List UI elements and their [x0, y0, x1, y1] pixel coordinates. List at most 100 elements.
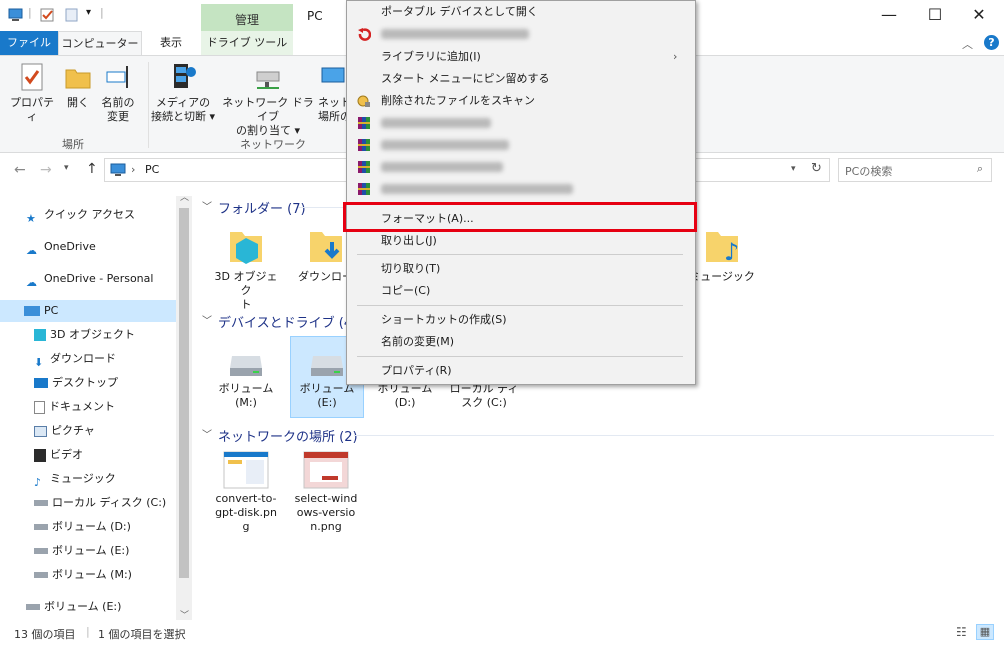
scroll-up-icon[interactable]: ︿ — [180, 190, 189, 203]
nav-pc[interactable]: PC — [0, 300, 176, 322]
address-dropdown-icon[interactable]: ▾ — [791, 164, 796, 174]
menu-open-portable-label: ポータブル デバイスとして開く — [381, 5, 538, 18]
nav-onedrive-personal[interactable]: ☁ OneDrive - Personal — [26, 268, 153, 290]
scroll-down-icon[interactable]: ﹀ — [180, 608, 189, 621]
menu-copy[interactable]: コピー(C) — [347, 280, 695, 302]
nav-volume-d[interactable]: ボリューム (D:) — [34, 516, 131, 538]
devices-group-header[interactable]: デバイスとドライブ (4) — [218, 312, 357, 331]
folders-group-header[interactable]: フォルダー (7) — [218, 198, 306, 217]
customize-toolbar-icon[interactable]: ▾ — [86, 7, 91, 18]
search-placeholder: PCの検索 — [845, 165, 893, 178]
image-thumbnail-icon — [303, 451, 349, 489]
recent-locations-icon[interactable]: ▾ — [64, 163, 69, 173]
group-location-label: 場所 — [62, 138, 84, 151]
tab-manage[interactable]: 管理 — [201, 4, 293, 31]
windows-drive-icon — [34, 500, 48, 506]
tab-view[interactable]: 表示 — [143, 31, 199, 55]
search-input[interactable]: PCの検索 ⌕ — [838, 158, 992, 182]
menu-pin-to-start[interactable]: スタート メニューにピン留めする — [347, 68, 695, 90]
nav-desktop[interactable]: デスクトップ — [34, 372, 118, 394]
menu-open-portable[interactable]: ポータブル デバイスとして開く — [347, 1, 695, 23]
menu-blurred-item-4[interactable] — [347, 156, 695, 178]
drive-volume-m-label-2: (M:) — [235, 396, 257, 409]
media-connect-button[interactable]: メディアの 接続と切断 ▾ — [150, 62, 216, 124]
tab-file[interactable]: ファイル — [0, 31, 58, 55]
nav-local-disk-c[interactable]: ローカル ディスク (C:) — [34, 492, 166, 514]
nav-onedrive[interactable]: ☁ OneDrive — [26, 236, 96, 258]
back-icon[interactable]: ← — [14, 162, 26, 178]
minimize-button[interactable]: — — [866, 2, 912, 30]
menu-rename[interactable]: 名前の変更(M) — [347, 331, 695, 353]
nav-pictures[interactable]: ピクチャ — [34, 420, 95, 442]
add-network-location-button[interactable]: ネットワーク 場所の — [318, 62, 348, 124]
rename-button[interactable]: 名前の 変更 — [98, 62, 138, 124]
menu-cut[interactable]: 切り取り(T) — [347, 258, 695, 280]
new-folder-icon[interactable] — [64, 8, 79, 22]
maximize-button[interactable]: ☐ — [912, 2, 958, 30]
nav-volume-m[interactable]: ボリューム (M:) — [34, 564, 132, 586]
menu-blurred-item-1[interactable] — [347, 23, 695, 45]
status-bar: 13 個の項目 | 1 個の項目を選択 ☷ ▦ — [0, 622, 1004, 646]
document-icon — [34, 400, 45, 414]
menu-blurred-item-5[interactable] — [347, 178, 695, 200]
status-item-count: 13 個の項目 — [14, 628, 76, 641]
desktop-icon — [34, 378, 48, 388]
network-item-select[interactable]: select-wind ows-versio n.png — [290, 450, 362, 534]
help-icon[interactable]: ? — [984, 35, 999, 50]
properties-icon[interactable] — [40, 8, 55, 22]
details-view-icon[interactable]: ☷ — [956, 625, 967, 639]
nav-documents[interactable]: ドキュメント — [34, 396, 115, 418]
menu-blurred-item-3[interactable] — [347, 134, 695, 156]
folder-3d-objects[interactable]: 3D オブジェク ト — [210, 226, 282, 312]
download-icon: ⬇ — [34, 356, 44, 369]
up-icon[interactable]: ↑ — [86, 161, 98, 177]
tab-drive-tools[interactable]: ドライブ ツール — [201, 31, 293, 55]
network-location-icon — [321, 67, 345, 83]
menu-eject[interactable]: 取り出し(J) — [347, 230, 695, 252]
forward-icon[interactable]: → — [40, 162, 52, 178]
menu-create-shortcut[interactable]: ショートカットの作成(S) — [347, 309, 695, 331]
nav-3d-objects[interactable]: 3D オブジェクト — [34, 324, 135, 346]
drive-icon — [230, 356, 262, 376]
collapse-ribbon-icon[interactable]: ︿ — [962, 36, 973, 52]
search-icon: ⌕ — [976, 162, 983, 175]
network-item-convert-label-2: gpt-disk.pn — [215, 506, 277, 519]
close-button[interactable]: ✕ — [956, 2, 1002, 30]
refresh-icon[interactable]: ↻ — [811, 161, 822, 176]
collapse-devices-icon[interactable]: ﹀ — [202, 312, 212, 327]
folder-downloads[interactable]: ダウンロー — [292, 226, 348, 284]
open-button[interactable]: 開く — [60, 62, 96, 110]
nav-quick-access[interactable]: ★ クイック アクセス — [26, 204, 135, 226]
menu-cut-label: 切り取り(T) — [381, 262, 441, 275]
nav-downloads[interactable]: ⬇ ダウンロード — [34, 348, 116, 370]
large-icons-view-icon[interactable]: ▦ — [976, 624, 994, 640]
map-network-drive-button[interactable]: ネットワーク ドライブ の割り当て ▾ — [220, 62, 316, 138]
nav-music-label: ミュージック — [50, 472, 116, 485]
cloud-icon: ☁ — [26, 276, 37, 289]
menu-properties[interactable]: プロパティ(R) — [347, 360, 695, 382]
nav-volume-e-root[interactable]: ボリューム (E:) — [26, 596, 121, 618]
menu-separator — [357, 356, 683, 357]
menu-blurred-item-2[interactable] — [347, 112, 695, 134]
nav-volume-m-label: ボリューム (M:) — [52, 568, 132, 581]
nav-music[interactable]: ♪ ミュージック — [34, 468, 116, 490]
network-group-header[interactable]: ネットワークの場所 (2) — [218, 426, 358, 445]
nav-local-disk-c-label: ローカル ディスク (C:) — [52, 496, 167, 509]
nav-volume-e[interactable]: ボリューム (E:) — [34, 540, 129, 562]
blurred-text — [381, 29, 529, 39]
breadcrumb-pc[interactable]: PC — [145, 163, 159, 176]
menu-add-to-library[interactable]: ライブラリに追加(I) › — [347, 46, 695, 68]
collapse-network-icon[interactable]: ﹀ — [202, 426, 212, 441]
nav-scrollbar-thumb[interactable] — [179, 208, 189, 578]
menu-scan-deleted[interactable]: 削除されたファイルをスキャン — [347, 90, 695, 112]
media-label-1: メディアの — [155, 96, 211, 109]
network-item-select-label-3: n.png — [310, 520, 342, 533]
nav-desktop-label: デスクトップ — [52, 376, 118, 389]
folder-music[interactable]: ♪ ミュージック — [686, 226, 758, 284]
network-item-convert[interactable]: convert-to- gpt-disk.pn g — [210, 450, 282, 534]
collapse-folders-icon[interactable]: ﹀ — [202, 198, 212, 213]
drive-volume-m[interactable]: ボリューム (M:) — [210, 344, 282, 410]
nav-videos[interactable]: ビデオ — [34, 444, 83, 466]
properties-button[interactable]: プロパティ — [6, 62, 58, 124]
tab-computer[interactable]: コンピューター — [58, 31, 142, 55]
